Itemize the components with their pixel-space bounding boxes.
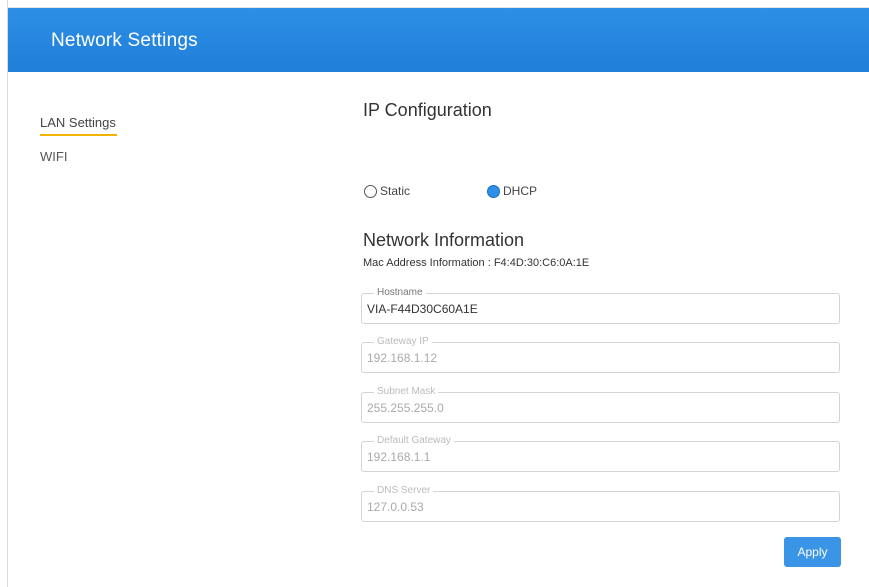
dns-server-field: DNS Server (361, 485, 840, 522)
hostname-input[interactable] (367, 302, 827, 316)
app-window: Network Settings LAN Settings WIFI IP Co… (0, 0, 869, 587)
hostname-field[interactable]: Hostname (361, 287, 840, 324)
active-tab-indicator (40, 134, 117, 136)
sidebar-item-wifi[interactable]: WIFI (40, 149, 67, 164)
dns-server-label: DNS Server (374, 485, 434, 497)
gateway-ip-input (367, 351, 827, 365)
dhcp-radio-option[interactable]: DHCP (487, 184, 537, 198)
subnet-mask-input (367, 401, 827, 415)
gateway-ip-field: Gateway IP (361, 336, 840, 373)
page-title: Network Settings (51, 30, 198, 51)
static-radio-label: Static (380, 184, 411, 198)
static-radio-option[interactable]: Static (364, 184, 410, 198)
mac-address-info: Mac Address Information : F4:4D:30:C6:0A… (363, 257, 590, 269)
apply-button[interactable]: Apply (784, 537, 841, 567)
dhcp-radio-button[interactable] (487, 184, 500, 198)
window-left-border (7, 0, 8, 587)
default-gateway-label: Default Gateway (374, 435, 454, 447)
subnet-mask-label: Subnet Mask (374, 386, 439, 398)
default-gateway-field: Default Gateway (361, 435, 840, 472)
subnet-mask-field: Subnet Mask (361, 386, 840, 423)
hostname-label: Hostname (374, 287, 426, 299)
static-radio-button[interactable] (364, 184, 377, 198)
dhcp-radio-label: DHCP (503, 184, 538, 198)
gateway-ip-label: Gateway IP (374, 336, 432, 348)
network-information-title: Network Information (363, 230, 525, 250)
default-gateway-input (367, 450, 827, 464)
header-bar: Network Settings (8, 8, 869, 72)
sidebar-item-lan-settings[interactable]: LAN Settings (40, 115, 116, 130)
dns-server-input (367, 500, 827, 514)
sidebar-item-label: LAN Settings (40, 115, 116, 130)
ip-configuration-title: IP Configuration (363, 100, 492, 120)
